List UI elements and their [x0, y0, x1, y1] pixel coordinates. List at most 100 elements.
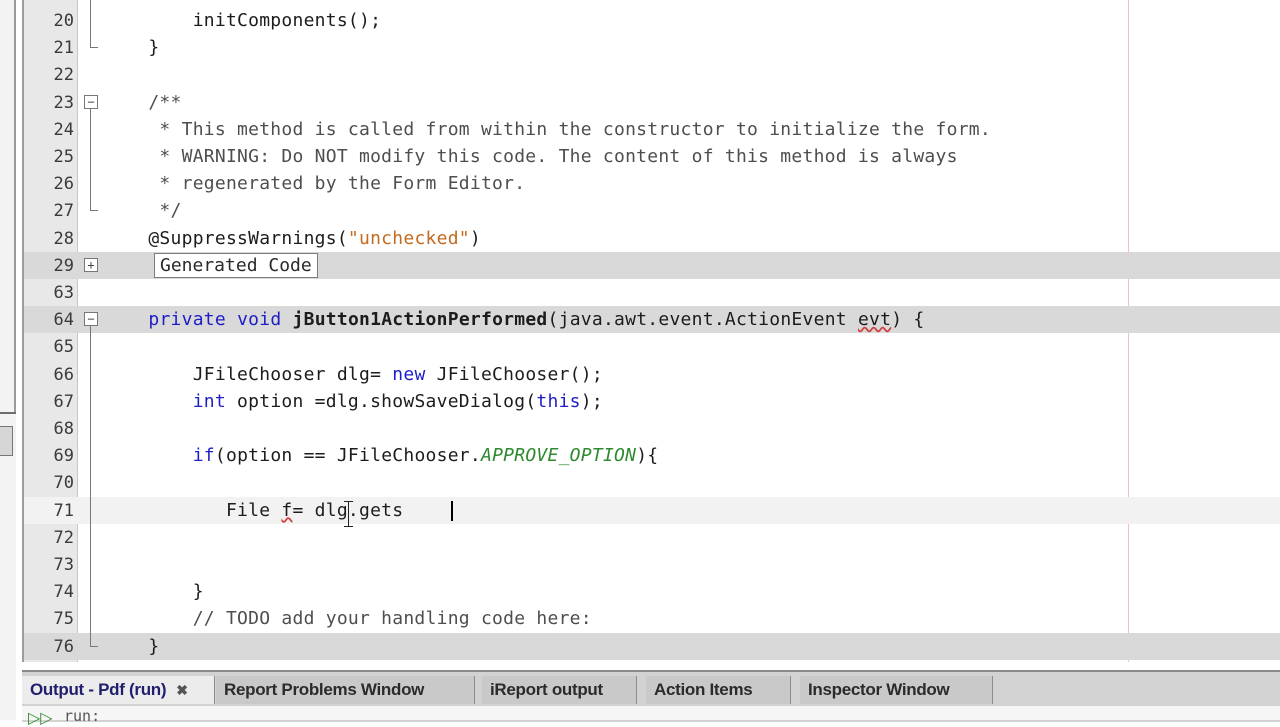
- code-token: (option == JFileChooser.: [214, 445, 481, 467]
- tab-inspector-window[interactable]: Inspector Window: [800, 676, 993, 704]
- line-number: 66: [53, 364, 74, 385]
- code-line[interactable]: 67 int option =dlg.showSaveDialog(this);: [24, 388, 1280, 415]
- code-text: }: [104, 636, 159, 657]
- code-line[interactable]: 26 * regenerated by the Form Editor.: [24, 170, 1280, 197]
- output-first-line: run:: [64, 707, 101, 725]
- code-text: // TODO add your handling code here:: [104, 608, 592, 629]
- code-token: JFileChooser dlg=: [104, 363, 393, 385]
- code-token: jButton1ActionPerformed: [292, 309, 548, 331]
- code-editor[interactable]: 20 initComponents(); 21 } 22 23 /** −24 * Th…: [22, 0, 1280, 662]
- code-text: * regenerated by the Form Editor.: [104, 173, 525, 194]
- code-line[interactable]: 24 * This method is called from within t…: [24, 116, 1280, 143]
- code-token: "unchecked": [347, 227, 470, 249]
- code-text: * WARNING: Do NOT modify this code. The …: [104, 146, 958, 167]
- code-text: }: [104, 581, 204, 602]
- output-panel: ▷▷ run:: [22, 706, 1280, 727]
- line-number: 27: [53, 201, 74, 222]
- generated-code-fold[interactable]: Generated Code: [154, 252, 318, 278]
- code-token: if: [192, 445, 215, 467]
- plus-box-icon[interactable]: +: [84, 257, 98, 272]
- line-number: 23: [53, 92, 74, 113]
- minus-box-icon[interactable]: −: [84, 312, 98, 327]
- fold-guide-end: [90, 210, 98, 212]
- code-token: new: [392, 363, 426, 385]
- code-token: evt: [857, 309, 892, 331]
- left-toolstrip: [0, 0, 16, 720]
- code-line[interactable]: 27 */: [24, 197, 1280, 224]
- code-token: private: [148, 309, 226, 331]
- code-text: File f= dlg.gets: [104, 500, 403, 521]
- line-number: 24: [53, 119, 74, 140]
- line-number: 68: [53, 419, 74, 439]
- code-text: private void jButton1ActionPerformed(jav…: [104, 309, 924, 330]
- code-line[interactable]: 75 // TODO add your handling code here:: [24, 605, 1280, 632]
- code-token: }: [104, 581, 204, 603]
- code-line[interactable]: 72: [24, 524, 1280, 551]
- code-line[interactable]: 68: [24, 415, 1280, 442]
- code-line[interactable]: 28 @SuppressWarnings("unchecked"): [24, 225, 1280, 252]
- tab-action-items[interactable]: Action Items: [646, 676, 791, 704]
- side-tool-button[interactable]: [0, 426, 13, 456]
- code-line[interactable]: 66 JFileChooser dlg= new JFileChooser();: [24, 361, 1280, 388]
- code-line[interactable]: 69 if(option == JFileChooser.APPROVE_OPT…: [24, 442, 1280, 469]
- code-line[interactable]: 65: [24, 333, 1280, 360]
- line-number: 25: [53, 147, 74, 167]
- fold-guide-end: [90, 645, 98, 647]
- line-number: 75: [53, 609, 74, 630]
- code-line[interactable]: 63: [24, 279, 1280, 306]
- code-token: * This method is called from within the …: [104, 118, 991, 140]
- code-line[interactable]: 64 private void jButton1ActionPerformed(…: [24, 306, 1280, 334]
- line-number: 70: [53, 473, 74, 494]
- left-strip-divider: [0, 412, 16, 414]
- tab-label: Output - Pdf (run): [30, 680, 167, 699]
- code-line[interactable]: 25 * WARNING: Do NOT modify this code. T…: [24, 143, 1280, 170]
- tab-ireport-output[interactable]: iReport output: [482, 676, 637, 704]
- fold-guide: [90, 107, 91, 211]
- line-number: 73: [53, 555, 74, 575]
- line-number: 63: [53, 283, 74, 303]
- code-text: */: [104, 200, 182, 221]
- line-number: 29: [53, 255, 74, 276]
- fold-guide: [90, 325, 91, 646]
- line-number: 28: [53, 228, 74, 249]
- code-text: initComponents();: [104, 10, 381, 31]
- code-line[interactable]: 21 }: [24, 34, 1280, 61]
- code-line[interactable]: 23 /** −: [24, 89, 1280, 116]
- code-text: }: [104, 37, 159, 58]
- tab-output-pdf-run[interactable]: Output - Pdf (run) ✖: [22, 676, 215, 704]
- code-token: }: [104, 37, 160, 59]
- code-line[interactable]: 76 }: [24, 632, 1280, 660]
- tab-report-problems-window[interactable]: Report Problems Window: [216, 676, 475, 704]
- code-token: int: [192, 390, 226, 412]
- line-number: 69: [53, 446, 74, 467]
- line-number: 65: [53, 337, 74, 358]
- run-arrow-icon[interactable]: ▷▷: [28, 708, 53, 727]
- line-number: 20: [53, 11, 74, 31]
- code-line[interactable]: 70: [24, 469, 1280, 496]
- code-token: * WARNING: Do NOT modify this code. The …: [104, 146, 958, 167]
- code-line[interactable]: 71 File f= dlg.gets: [24, 496, 1280, 527]
- close-icon[interactable]: ✖: [176, 682, 188, 698]
- code-line[interactable]: 73: [24, 551, 1280, 578]
- code-token: }: [104, 635, 160, 657]
- fold-guide-end: [90, 47, 98, 49]
- code-line[interactable]: 74 }: [24, 578, 1280, 605]
- code-text: @SuppressWarnings("unchecked"): [104, 228, 481, 249]
- code-line[interactable]: 29 Generated Code +: [24, 251, 1280, 279]
- line-number: 72: [53, 527, 74, 548]
- text-caret: [451, 500, 453, 521]
- line-number: 71: [53, 500, 74, 521]
- code-token: (java.awt.event.ActionEvent: [547, 309, 858, 331]
- minus-box-icon[interactable]: −: [84, 94, 98, 109]
- tab-label: iReport output: [490, 680, 603, 699]
- line-number: 76: [53, 636, 74, 657]
- line-number: 22: [53, 65, 74, 86]
- code-token: File: [104, 499, 282, 521]
- code-token: initComponents();: [104, 10, 382, 31]
- line-number: 21: [53, 38, 74, 59]
- code-line[interactable]: 20 initComponents();: [24, 7, 1280, 34]
- code-line[interactable]: 22: [24, 61, 1280, 88]
